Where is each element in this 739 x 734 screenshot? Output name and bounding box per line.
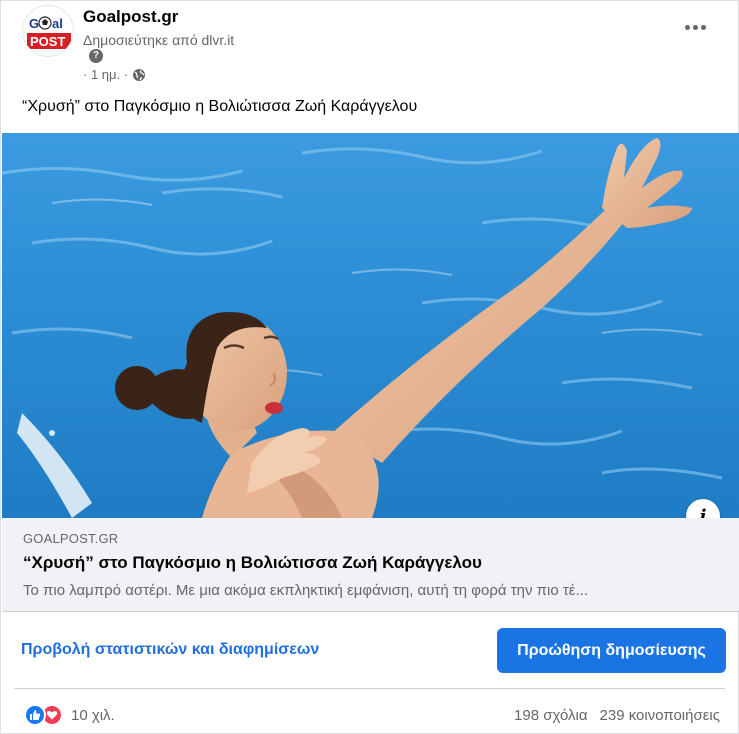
logo-line1: G — [29, 16, 39, 31]
reactions-summary[interactable]: 10 χιλ. — [24, 704, 115, 726]
like-icon — [24, 704, 46, 726]
view-insights-link[interactable]: Προβολή στατιστικών και διαφημίσεων — [21, 641, 319, 659]
divider — [14, 688, 725, 689]
reaction-count: 10 χιλ. — [71, 706, 115, 724]
logo-line2: POST — [30, 34, 65, 49]
post-header: G al POST Goalpost.gr Δημοσιεύτηκε από d… — [1, 1, 738, 93]
link-description: Το πιο λαμπρό αστέρι. Με μια ακόμα εκπλη… — [23, 582, 588, 599]
comments-count[interactable]: 198 σχόλια — [514, 707, 587, 724]
more-options-icon[interactable] — [680, 15, 710, 39]
link-preview[interactable]: GOALPOST.GR “Χρυσή” στο Παγκόσμιο η Βολι… — [2, 518, 739, 612]
page-avatar[interactable]: G al POST — [22, 5, 74, 57]
link-domain: GOALPOST.GR — [23, 531, 119, 546]
swimmer-photo — [2, 133, 739, 518]
page-name[interactable]: Goalpost.gr — [83, 7, 178, 27]
goalpost-logo: G al POST — [23, 6, 73, 56]
shares-count[interactable]: 239 κοινοποιήσεις — [600, 707, 720, 724]
post-text: “Χρυσή” στο Παγκόσμιο η Βολιώτισσα Ζωή Κ… — [22, 98, 418, 115]
post-card: G al POST Goalpost.gr Δημοσιεύτηκε από d… — [0, 0, 739, 734]
posted-by-label[interactable]: Δημοσιεύτηκε από dlvr.it — [83, 32, 234, 48]
boost-post-button[interactable]: Προώθηση δημοσίευσης — [497, 628, 726, 673]
post-meta: · 1 ημ. · — [83, 67, 146, 82]
link-title: “Χρυσή” στο Παγκόσμιο η Βολιώτισσα Ζωή Κ… — [23, 553, 482, 572]
post-image[interactable] — [2, 133, 739, 518]
engagement-stats: 198 σχόλια 239 κοινοποιήσεις — [514, 707, 720, 724]
globe-icon[interactable] — [132, 68, 146, 82]
post-time[interactable]: · 1 ημ. · — [83, 67, 128, 82]
svg-text:al: al — [52, 16, 63, 31]
help-icon[interactable]: ? — [89, 49, 103, 63]
